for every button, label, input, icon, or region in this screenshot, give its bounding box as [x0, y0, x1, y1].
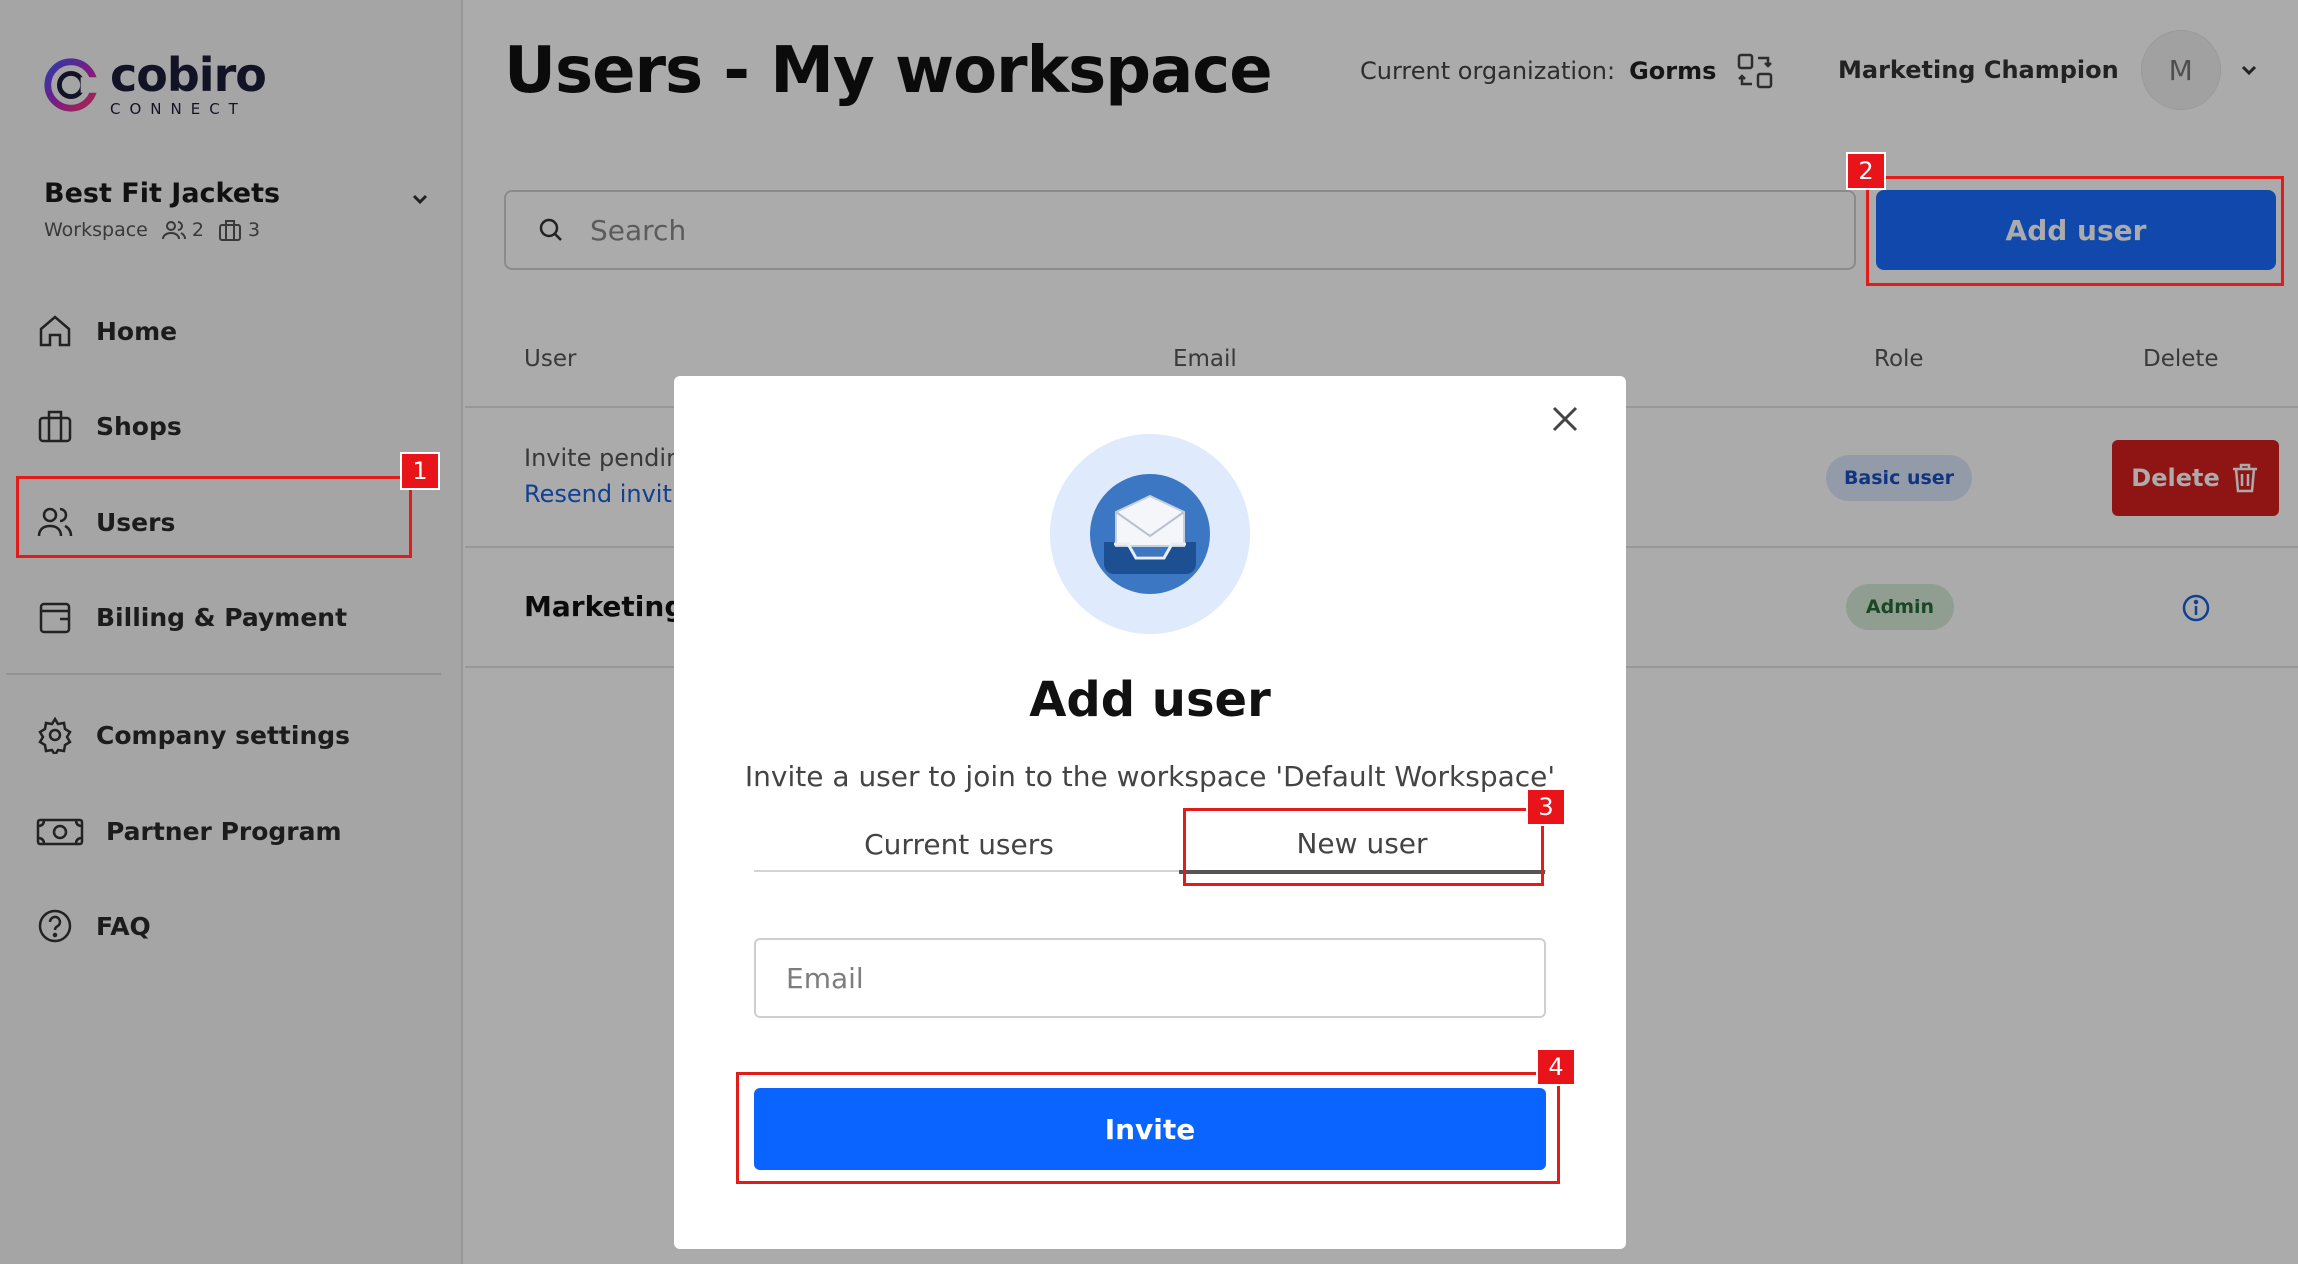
add-user-modal: Add user Invite a user to join to the wo… — [674, 376, 1626, 1249]
modal-title: Add user — [1029, 672, 1271, 728]
envelope-inbox-icon — [1090, 474, 1210, 594]
tab-new-user[interactable]: New user — [1179, 816, 1545, 874]
email-field[interactable] — [754, 938, 1546, 1018]
step-2-badge: 2 — [1846, 152, 1886, 190]
step-4-badge: 4 — [1536, 1048, 1576, 1086]
mail-illustration — [1050, 434, 1250, 634]
tab-current-users[interactable]: Current users — [776, 816, 1142, 872]
user-type-tabs: Current users New user — [754, 816, 1546, 874]
step-3-badge: 3 — [1526, 788, 1566, 826]
invite-button[interactable]: Invite — [754, 1088, 1546, 1170]
close-icon[interactable] — [1550, 404, 1580, 434]
modal-subtitle: Invite a user to join to the workspace '… — [744, 760, 1556, 793]
step-1-badge: 1 — [400, 452, 440, 490]
